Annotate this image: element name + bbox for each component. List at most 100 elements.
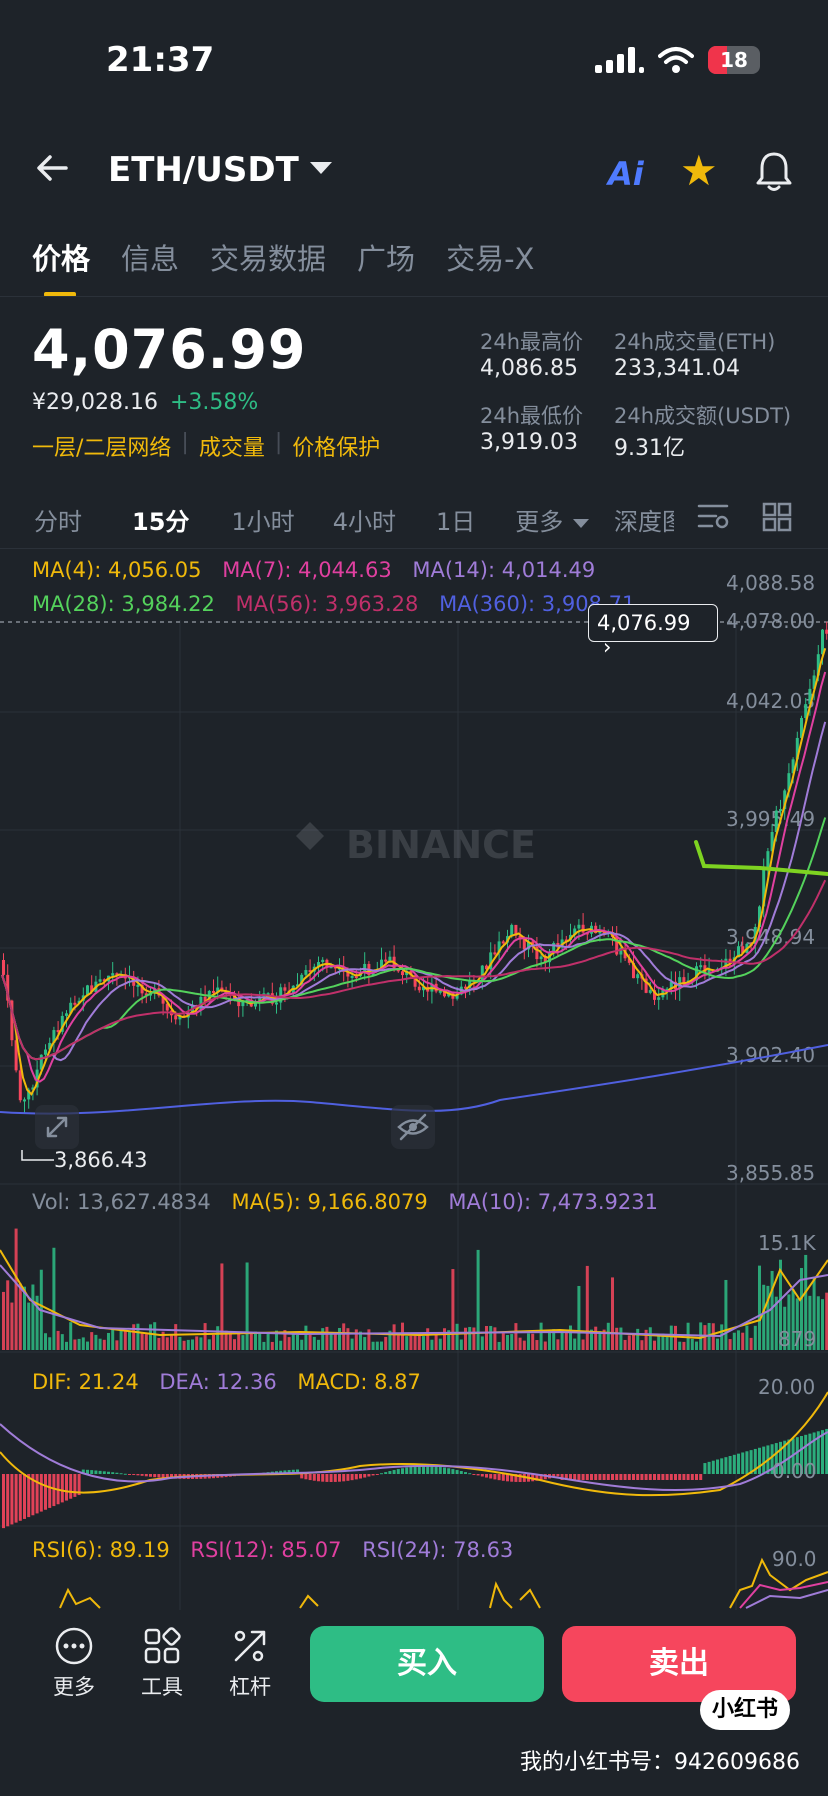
macd-histogram: [2, 1428, 828, 1529]
link-l1-l2[interactable]: 一层/二层网络: [32, 430, 171, 462]
macd-bar: [27, 1474, 31, 1518]
rsi-legend: RSI(6): 89.19 RSI(12): 85.07 RSI(24): 78…: [32, 1538, 513, 1562]
volume-ma10: MA(10): 7,473.9231: [448, 1190, 658, 1214]
volume-bar: [644, 1329, 648, 1350]
macd-bar: [422, 1466, 425, 1474]
link-price-protection[interactable]: 价格保护: [292, 430, 380, 462]
macd-bar: [724, 1457, 728, 1474]
macd-bar: [417, 1466, 421, 1474]
tab-trade-x[interactable]: 交易-X: [446, 236, 534, 278]
macd-bar: [669, 1474, 673, 1480]
volume-bar: [716, 1338, 719, 1350]
candle-body: [111, 973, 115, 976]
volume-bar: [501, 1333, 505, 1350]
kline-chart[interactable]: BINANCE 4,088.58 4,078.00 4,042.03 3,995…: [0, 540, 828, 1610]
macd-bar: [598, 1474, 602, 1480]
interval-4h[interactable]: 4小时: [333, 502, 396, 537]
rsi12: RSI(12): 85.07: [190, 1538, 342, 1562]
volume-bar: [434, 1334, 438, 1350]
volume-bar: [342, 1323, 346, 1350]
candle-body: [388, 956, 392, 962]
macd-bar: [107, 1471, 110, 1474]
tools-tool[interactable]: 工具: [132, 1626, 192, 1701]
volume-bar: [371, 1341, 375, 1350]
macd-bar: [443, 1467, 446, 1474]
candle-body: [636, 974, 640, 979]
volume-bar: [674, 1325, 677, 1350]
macd-bar: [308, 1474, 312, 1481]
current-price-tag[interactable]: 4,076.99 ›: [588, 604, 718, 659]
macd-bar: [644, 1474, 648, 1480]
macd-bar: [60, 1474, 64, 1503]
favorite-star-icon[interactable]: ★: [680, 150, 718, 192]
candle-body: [577, 924, 581, 929]
macd-bar: [657, 1474, 661, 1480]
volume-bar: [665, 1335, 669, 1350]
volume-bar: [539, 1322, 543, 1350]
hide-eye-icon[interactable]: [390, 1104, 436, 1150]
pair-title[interactable]: ETH/USDT: [108, 150, 299, 190]
expand-icon[interactable]: [34, 1104, 80, 1150]
interval-depth[interactable]: 深度图: [614, 502, 674, 537]
rsi24-line: [745, 1589, 828, 1609]
volume-bar: [102, 1339, 106, 1350]
interval-1h[interactable]: 1小时: [231, 502, 294, 537]
macd-bar: [476, 1474, 480, 1476]
ai-icon[interactable]: Ai: [608, 155, 644, 193]
buy-button[interactable]: 买入: [310, 1626, 544, 1702]
interval-1d[interactable]: 1日: [436, 502, 475, 537]
volume-bar: [249, 1332, 253, 1350]
volume-bar: [136, 1323, 140, 1350]
macd-bar: [329, 1474, 333, 1482]
volume-bar: [333, 1333, 337, 1350]
candle-body: [73, 1002, 77, 1005]
volume-bar: [678, 1341, 682, 1350]
macd-bar: [39, 1474, 43, 1512]
pair-dropdown-caret-icon[interactable]: [310, 162, 332, 174]
volume-bar: [396, 1335, 400, 1350]
volume-bar: [77, 1338, 81, 1350]
leverage-tool[interactable]: 杠杆: [220, 1626, 280, 1701]
link-volume[interactable]: 成交量: [199, 430, 265, 462]
macd-bar: [157, 1474, 161, 1478]
macd-bar: [485, 1474, 488, 1478]
volume-bar: [531, 1333, 535, 1350]
tab-square[interactable]: 广场: [357, 236, 415, 278]
low-marker-line: [21, 1150, 54, 1161]
macd-bar: [455, 1470, 459, 1474]
macd-bar: [409, 1466, 413, 1474]
rsi-lines: [59, 1557, 828, 1609]
tab-price[interactable]: 价格: [32, 236, 90, 278]
candle-body: [2, 960, 5, 975]
macd-bar: [371, 1474, 375, 1476]
macd-bar: [745, 1451, 749, 1474]
interval-more[interactable]: 更多: [515, 502, 590, 537]
interval-timeline[interactable]: 分时: [34, 502, 82, 537]
candle-body: [254, 1003, 257, 1007]
main-tabs: 价格 信息 交易数据 广场 交易-X: [32, 236, 534, 278]
bell-icon[interactable]: [754, 150, 794, 194]
chart-settings-icon[interactable]: [696, 500, 730, 532]
volume-bar: [90, 1332, 94, 1350]
candle-body: [384, 959, 388, 962]
tab-info[interactable]: 信息: [121, 236, 179, 278]
back-arrow-icon[interactable]: [34, 150, 70, 186]
candle-body: [581, 924, 585, 933]
volume-bar: [266, 1333, 270, 1350]
macd-bar: [602, 1474, 606, 1480]
tab-trading-data[interactable]: 交易数据: [210, 236, 326, 278]
more-tool[interactable]: 更多: [44, 1626, 104, 1701]
macd-bar: [430, 1466, 434, 1474]
macd-bar: [405, 1467, 409, 1474]
volume-bar: [762, 1284, 766, 1350]
macd-bar: [140, 1474, 144, 1476]
grid-layout-icon[interactable]: [762, 502, 792, 532]
volume-bar: [10, 1302, 14, 1350]
interval-15m[interactable]: 15分: [132, 502, 189, 537]
volume-bar: [564, 1331, 568, 1350]
candle-body: [417, 986, 421, 991]
interval-bar: 分时 15分 1小时 4小时 1日 更多: [34, 502, 615, 537]
volume-bar: [149, 1324, 152, 1350]
macd-bar: [69, 1474, 73, 1499]
rsi6-line: [59, 1557, 828, 1609]
